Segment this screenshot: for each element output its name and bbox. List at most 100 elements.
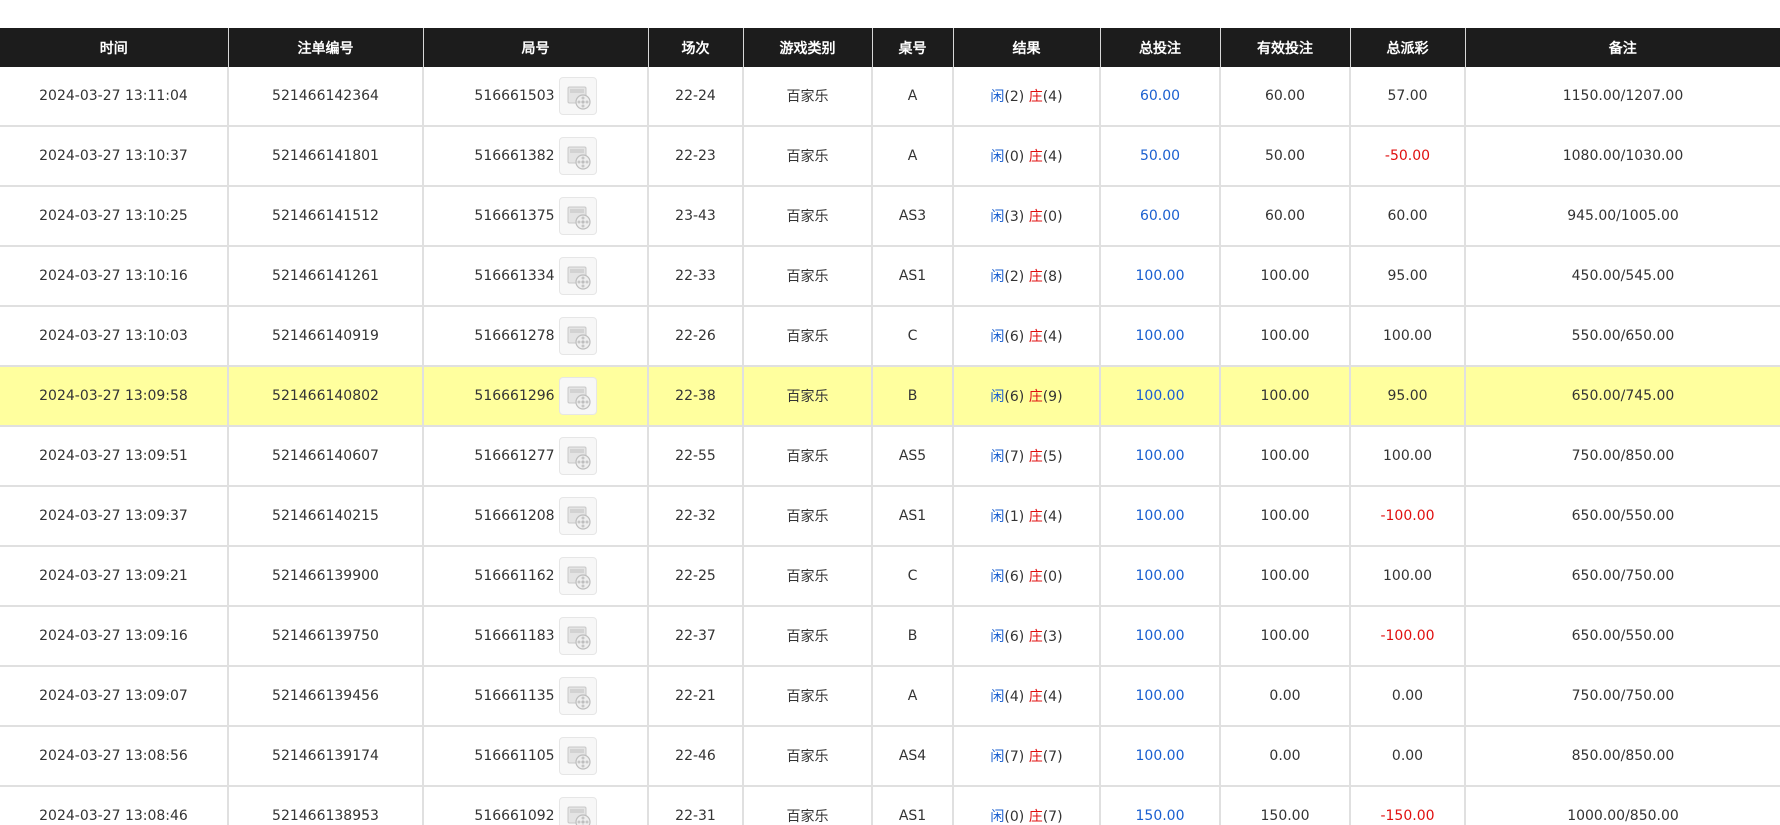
banker-label: 庄 xyxy=(1028,689,1043,705)
banker-score: (4) xyxy=(1042,329,1063,345)
cell-round: 516661277 xyxy=(422,426,648,487)
cell-shoe: 22-33 xyxy=(647,246,743,307)
cell-bet-id: 521466141261 xyxy=(227,246,423,307)
video-replay-icon[interactable] xyxy=(558,677,597,715)
video-replay-icon[interactable] xyxy=(558,617,597,655)
banker-score: (8) xyxy=(1042,269,1063,285)
player-score: (0) xyxy=(1004,149,1025,165)
round-id: 516661208 xyxy=(474,508,555,524)
cell-time: 2024-03-27 13:09:21 xyxy=(0,546,228,607)
video-replay-icon[interactable] xyxy=(558,197,597,235)
cell-payout: 95.00 xyxy=(1349,366,1465,427)
table-row: 2024-03-27 13:09:16 521466139750 5166611… xyxy=(0,606,1780,667)
video-replay-icon[interactable] xyxy=(558,737,597,775)
cell-round: 516661183 xyxy=(422,606,648,667)
video-replay-icon[interactable] xyxy=(558,257,597,295)
player-score: (6) xyxy=(1004,629,1025,645)
player-label: 闲 xyxy=(990,629,1005,645)
round-id: 516661296 xyxy=(474,388,555,404)
cell-bet-id: 521466140215 xyxy=(227,486,423,547)
video-replay-icon[interactable] xyxy=(558,377,597,415)
cell-round: 516661092 xyxy=(422,786,648,825)
banker-score: (4) xyxy=(1042,509,1063,525)
video-replay-icon[interactable] xyxy=(558,77,597,115)
cell-result: 闲(4) 庄(4) xyxy=(952,666,1100,727)
banker-label: 庄 xyxy=(1028,89,1043,105)
top-spacer xyxy=(0,0,1780,28)
round-id: 516661135 xyxy=(474,688,555,704)
cell-result: 闲(2) 庄(8) xyxy=(952,246,1100,307)
player-score: (0) xyxy=(1004,809,1025,825)
player-label: 闲 xyxy=(990,749,1005,765)
cell-result: 闲(1) 庄(4) xyxy=(952,486,1100,547)
col-header-game-type: 游戏类别 xyxy=(742,28,872,67)
player-score: (2) xyxy=(1004,89,1025,105)
cell-game-type: 百家乐 xyxy=(742,786,872,825)
video-replay-icon[interactable] xyxy=(558,437,597,475)
cell-game-type: 百家乐 xyxy=(742,726,872,787)
cell-shoe: 22-23 xyxy=(647,126,743,187)
player-score: (7) xyxy=(1004,749,1025,765)
cell-game-type: 百家乐 xyxy=(742,486,872,547)
cell-bet-id: 521466138953 xyxy=(227,786,423,825)
cell-table: C xyxy=(871,546,953,607)
cell-bet-id: 521466139750 xyxy=(227,606,423,667)
cell-valid-bet: 0.00 xyxy=(1219,666,1350,727)
table-row: 2024-03-27 13:08:56 521466139174 5166611… xyxy=(0,726,1780,787)
cell-round: 516661503 xyxy=(422,67,648,127)
cell-total-bet: 100.00 xyxy=(1099,366,1220,427)
cell-bet-id: 521466141512 xyxy=(227,186,423,247)
cell-note: 650.00/745.00 xyxy=(1464,366,1780,427)
cell-note: 750.00/750.00 xyxy=(1464,666,1780,727)
player-label: 闲 xyxy=(990,269,1005,285)
video-replay-icon[interactable] xyxy=(558,797,597,825)
banker-score: (5) xyxy=(1042,449,1063,465)
cell-payout: -100.00 xyxy=(1349,606,1465,667)
cell-shoe: 22-24 xyxy=(647,67,743,127)
cell-note: 1080.00/1030.00 xyxy=(1464,126,1780,187)
cell-bet-id: 521466141801 xyxy=(227,126,423,187)
banker-score: (4) xyxy=(1042,149,1063,165)
table-row: 2024-03-27 13:10:16 521466141261 5166613… xyxy=(0,246,1780,307)
table-row: 2024-03-27 13:09:37 521466140215 5166612… xyxy=(0,486,1780,547)
bet-history-table: 时间 注单编号 局号 场次 游戏类别 桌号 结果 总投注 有效投注 总派彩 备注… xyxy=(0,28,1780,825)
col-header-shoe: 场次 xyxy=(647,28,743,67)
table-row: 2024-03-27 13:10:37 521466141801 5166613… xyxy=(0,126,1780,187)
col-header-result: 结果 xyxy=(952,28,1100,67)
video-replay-icon[interactable] xyxy=(558,137,597,175)
player-label: 闲 xyxy=(990,809,1005,825)
table-row: 2024-03-27 13:09:21 521466139900 5166611… xyxy=(0,546,1780,607)
player-label: 闲 xyxy=(990,689,1005,705)
cell-game-type: 百家乐 xyxy=(742,606,872,667)
cell-time: 2024-03-27 13:09:51 xyxy=(0,426,228,487)
cell-total-bet: 60.00 xyxy=(1099,186,1220,247)
cell-bet-id: 521466140919 xyxy=(227,306,423,367)
player-label: 闲 xyxy=(990,509,1005,525)
cell-result: 闲(3) 庄(0) xyxy=(952,186,1100,247)
player-score: (3) xyxy=(1004,209,1025,225)
cell-result: 闲(0) 庄(4) xyxy=(952,126,1100,187)
cell-shoe: 23-43 xyxy=(647,186,743,247)
banker-score: (9) xyxy=(1042,389,1063,405)
cell-table: AS1 xyxy=(871,486,953,547)
cell-note: 945.00/1005.00 xyxy=(1464,186,1780,247)
banker-score: (7) xyxy=(1042,809,1063,825)
cell-note: 750.00/850.00 xyxy=(1464,426,1780,487)
cell-total-bet: 150.00 xyxy=(1099,786,1220,825)
col-header-payout: 总派彩 xyxy=(1349,28,1465,67)
round-id: 516661382 xyxy=(474,148,555,164)
cell-total-bet: 100.00 xyxy=(1099,546,1220,607)
cell-payout: 100.00 xyxy=(1349,546,1465,607)
video-replay-icon[interactable] xyxy=(558,317,597,355)
cell-shoe: 22-25 xyxy=(647,546,743,607)
round-id: 516661334 xyxy=(474,268,555,284)
video-replay-icon[interactable] xyxy=(558,557,597,595)
cell-table: AS3 xyxy=(871,186,953,247)
cell-round: 516661296 xyxy=(422,366,648,427)
cell-time: 2024-03-27 13:09:58 xyxy=(0,366,228,427)
cell-game-type: 百家乐 xyxy=(742,666,872,727)
cell-valid-bet: 0.00 xyxy=(1219,726,1350,787)
video-replay-icon[interactable] xyxy=(558,497,597,535)
cell-note: 650.00/750.00 xyxy=(1464,546,1780,607)
banker-score: (0) xyxy=(1042,569,1063,585)
